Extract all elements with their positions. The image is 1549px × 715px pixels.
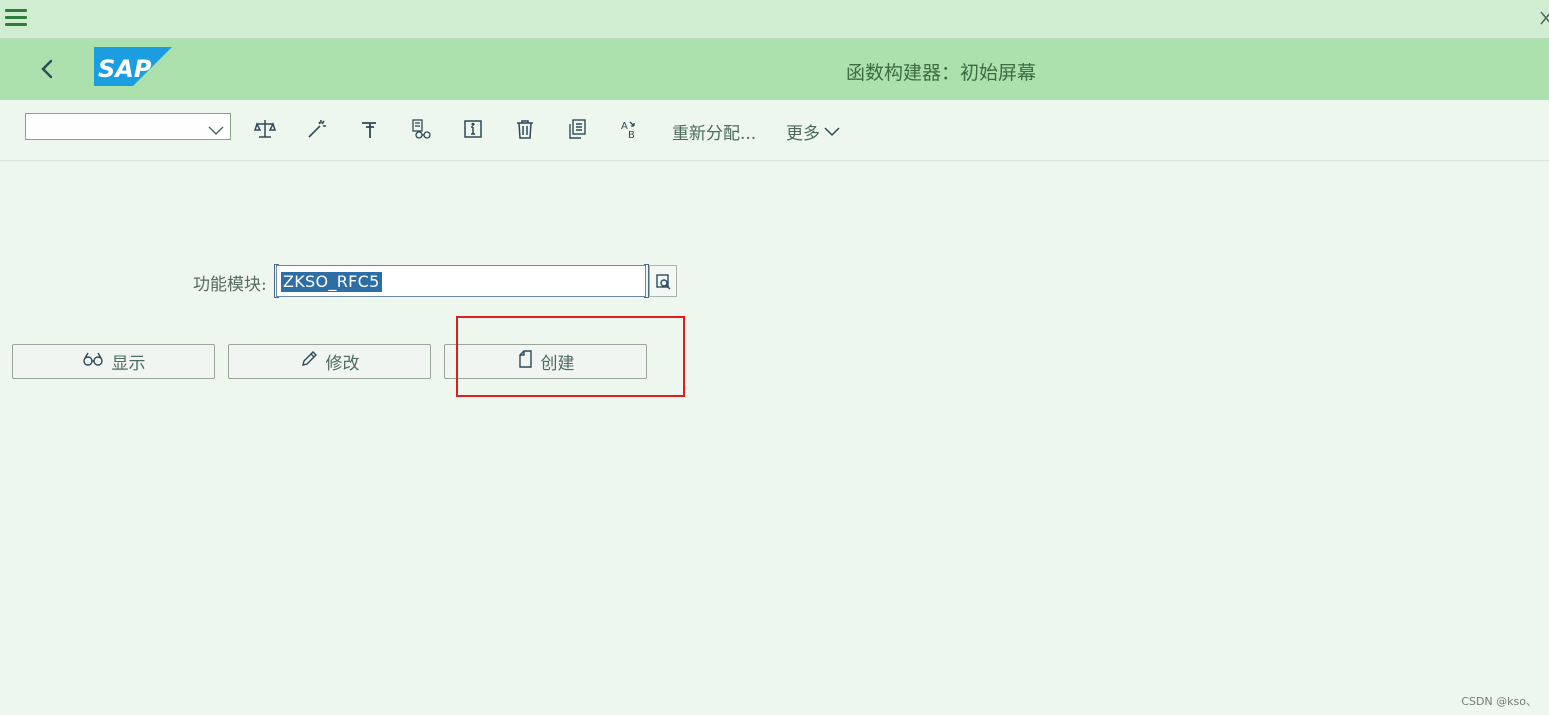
svg-text:SAP: SAP — [98, 55, 152, 83]
application-toolbar: A B 重新分配... 更多 — [0, 100, 1549, 161]
back-icon[interactable] — [36, 56, 60, 82]
variant-select[interactable] — [25, 113, 231, 140]
svg-text:A: A — [621, 121, 628, 132]
page-title: 函数构建器：初始屏幕 — [846, 62, 1037, 84]
chevron-down-icon — [208, 121, 224, 135]
more-label: 更多 — [786, 124, 820, 144]
value-help-icon[interactable] — [649, 265, 677, 297]
where-used-icon[interactable] — [409, 117, 433, 141]
copy-icon[interactable] — [565, 117, 589, 141]
svg-text:B: B — [628, 130, 635, 140]
chevron-down-icon — [824, 122, 840, 142]
display-button[interactable]: 显示 — [12, 344, 215, 379]
function-module-value: ZKSO_RFC5 — [281, 272, 382, 292]
rename-icon[interactable]: A B — [617, 117, 641, 141]
balance-icon[interactable] — [253, 117, 277, 141]
shell-header: SAP 函数构建器：初始屏幕 — [0, 39, 1549, 100]
info-icon[interactable] — [461, 117, 485, 141]
function-module-input[interactable]: ZKSO_RFC5 — [276, 265, 646, 297]
function-module-field[interactable]: ZKSO_RFC5 — [274, 264, 649, 298]
magic-wand-icon[interactable] — [305, 117, 329, 141]
glasses-icon — [82, 351, 104, 372]
pencil-icon — [300, 350, 318, 373]
sap-logo: SAP — [94, 47, 172, 86]
change-button[interactable]: 修改 — [228, 344, 431, 379]
change-label: 修改 — [325, 354, 360, 374]
menu-bar — [0, 0, 1549, 39]
watermark: CSDN @kso、 — [1461, 695, 1537, 708]
close-icon[interactable] — [1539, 8, 1549, 28]
reassign-button[interactable]: 重新分配... — [672, 119, 756, 144]
more-button[interactable]: 更多 — [786, 119, 840, 144]
menu-icon[interactable] — [5, 9, 27, 29]
highlight-annotation — [456, 316, 685, 397]
delete-icon[interactable] — [513, 117, 537, 141]
function-module-label: 功能模块: — [193, 275, 267, 295]
display-label: 显示 — [111, 354, 146, 374]
pin-icon[interactable] — [357, 117, 381, 141]
